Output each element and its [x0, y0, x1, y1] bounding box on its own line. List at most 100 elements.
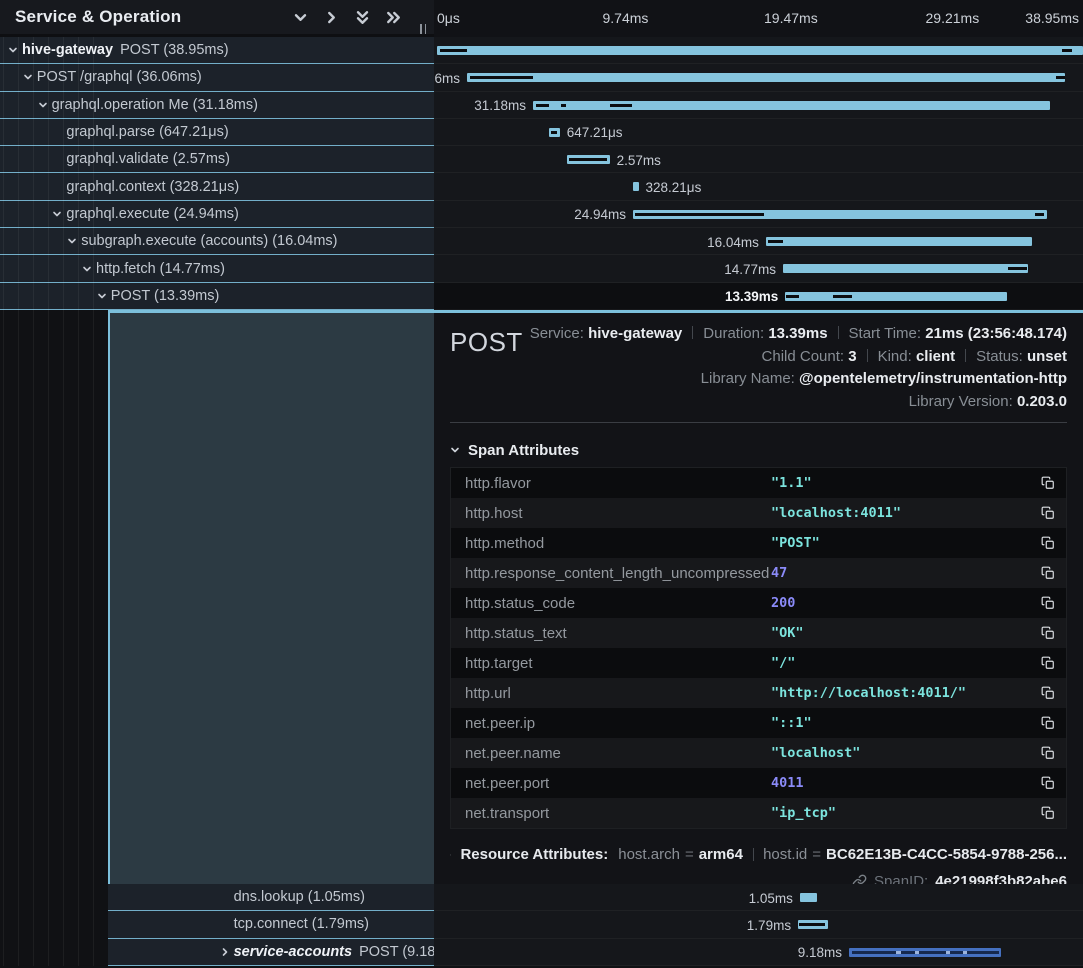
copy-button[interactable] [1030, 596, 1066, 610]
service-operation-header: Service & Operation [0, 0, 434, 37]
chevron-down-icon[interactable] [23, 72, 37, 82]
span-waterfall-row[interactable] [434, 37, 1083, 64]
meta-separator [692, 326, 693, 339]
span-duration-bar[interactable] [785, 292, 1007, 301]
span-waterfall-row[interactable]: 328.21μs [434, 173, 1083, 200]
span-duration-bar[interactable] [467, 73, 1065, 82]
span-tree-row[interactable]: http.fetch (14.77ms) [0, 255, 434, 282]
span-duration-bar[interactable] [633, 182, 638, 191]
span-tree-row[interactable]: hive-gatewayPOST (38.95ms) [0, 37, 434, 64]
span-duration-bar[interactable] [437, 46, 1083, 55]
trace-viewer: Service & Operation 0μs9.74ms19.47ms29.2… [0, 0, 1083, 968]
span-operation-name: POST (9.18ms) [359, 944, 434, 960]
span-tree-row[interactable]: POST (13.39ms) [0, 283, 434, 310]
span-waterfall-row[interactable]: 9.18ms [434, 939, 1083, 966]
attribute-row: net.transport"ip_tcp" [451, 798, 1066, 828]
span-tree-row[interactable]: POST /graphql (36.06ms) [0, 64, 434, 91]
span-waterfall-row[interactable]: 13.39ms [434, 283, 1083, 310]
span-waterfall-row[interactable]: 24.94ms [434, 201, 1083, 228]
copy-button[interactable] [1030, 536, 1066, 550]
resource-attr-key: host.id [763, 846, 807, 863]
span-waterfall-row[interactable]: 1.79ms [434, 911, 1083, 938]
timeline-tick-label: 19.47ms [764, 10, 818, 26]
chevron-down-icon [52, 209, 62, 219]
span-tree-row[interactable]: graphql.validate (2.57ms) [0, 146, 434, 173]
span-duration-label: 16.04ms [707, 235, 759, 250]
span-duration-bar[interactable] [800, 893, 817, 902]
copy-button[interactable] [1030, 506, 1066, 520]
span-id-row: SpanID: 4e21998f3b82abe6 [450, 873, 1067, 884]
critical-path-segment [896, 951, 900, 954]
chevron-right-icon[interactable] [220, 947, 234, 957]
copy-button[interactable] [1030, 656, 1066, 670]
span-duration-bar[interactable] [783, 264, 1028, 273]
span-waterfall-row[interactable]: 647.21μs [434, 119, 1083, 146]
span-tree-row[interactable]: tcp.connect (1.79ms) [108, 911, 434, 938]
span-tree-row[interactable]: subgraph.execute (accounts) (16.04ms) [0, 228, 434, 255]
double-chevron-right-icon [386, 10, 401, 25]
critical-path-segment [946, 951, 950, 954]
attribute-value: "localhost:4011" [771, 505, 1030, 521]
span-operation-name: graphql.execute (24.94ms) [66, 206, 239, 222]
chevron-down-icon[interactable] [82, 264, 96, 274]
chevron-down-icon[interactable] [38, 100, 52, 110]
link-icon[interactable] [852, 874, 867, 884]
span-waterfall-row[interactable]: 16.04ms [434, 228, 1083, 255]
copy-button[interactable] [1030, 476, 1066, 490]
span-waterfall-row[interactable]: 31.18ms [434, 92, 1083, 119]
copy-button[interactable] [1030, 566, 1066, 580]
span-operation-name: POST (13.39ms) [111, 288, 220, 304]
critical-path-segment [799, 923, 825, 926]
critical-path-segment [470, 76, 533, 79]
copy-button[interactable] [1030, 716, 1066, 730]
double-chevron-right-button[interactable] [385, 9, 402, 26]
attribute-key: http.method [451, 535, 771, 552]
chevron-down-icon[interactable] [8, 45, 22, 55]
attribute-key: net.peer.ip [451, 715, 771, 732]
resource-attr-value: BC62E13B-C4CC-5854-9788-256... [826, 846, 1067, 863]
critical-path-segment [569, 158, 607, 161]
chevron-down-icon[interactable] [67, 236, 81, 246]
chevron-right-icon [220, 947, 230, 957]
span-duration-bar[interactable] [766, 237, 1032, 246]
span-waterfall-row[interactable]: 2.57ms [434, 146, 1083, 173]
span-tree-row[interactable]: service-accountsPOST (9.18ms) [108, 939, 434, 966]
copy-button[interactable] [1030, 626, 1066, 640]
span-tree-row[interactable]: graphql.parse (647.21μs) [0, 119, 434, 146]
service-operation-title: Service & Operation [15, 7, 181, 27]
timeline-header: 0μs9.74ms19.47ms29.21ms38.95ms [434, 0, 1083, 37]
span-waterfall-row[interactable]: 1.05ms [434, 884, 1083, 911]
copy-button[interactable] [1030, 686, 1066, 700]
detail-meta-line: Library Name: @opentelemetry/instrumenta… [530, 368, 1067, 391]
timeline-tick-label: 29.21ms [926, 10, 980, 26]
span-attributes-toggle[interactable]: Span Attributes [450, 439, 1067, 461]
meta-separator [838, 326, 839, 339]
resource-attributes-row: Resource Attributes:host.arch=arm64host.… [450, 846, 1067, 863]
timeline-tick-label: 9.74ms [603, 10, 649, 26]
chevron-down-icon[interactable] [97, 291, 111, 301]
copy-button[interactable] [1030, 746, 1066, 760]
span-operation-name: graphql.operation Me (31.18ms) [52, 97, 258, 113]
double-chevron-down-button[interactable] [354, 9, 371, 26]
span-tree-row[interactable]: graphql.execute (24.94ms) [0, 201, 434, 228]
detail-divider [450, 422, 1067, 423]
critical-path-segment [536, 104, 549, 107]
tree-toolbar [292, 9, 402, 26]
copy-button[interactable] [1030, 806, 1066, 820]
chevron-down-icon[interactable] [52, 209, 66, 219]
resource-attributes-label[interactable]: Resource Attributes: [460, 846, 608, 863]
critical-path-segment [833, 295, 852, 298]
span-waterfall-row[interactable]: 14.77ms [434, 255, 1083, 282]
span-operation-name: POST (38.95ms) [120, 42, 229, 58]
span-tree-row[interactable]: dns.lookup (1.05ms) [108, 884, 434, 911]
chevron-down-button[interactable] [292, 9, 309, 26]
span-waterfall-row[interactable]: 36.06ms [434, 64, 1083, 91]
span-tree-row[interactable]: graphql.context (328.21μs) [0, 173, 434, 200]
column-resize-handle[interactable] [420, 24, 426, 34]
chevron-right-button[interactable] [323, 9, 340, 26]
span-duration-label: 36.06ms [434, 71, 460, 86]
attribute-row: http.response_content_length_uncompresse… [451, 558, 1066, 588]
detail-meta-line: Child Count: 3Kind: clientStatus: unset [530, 346, 1067, 369]
span-tree-row[interactable]: graphql.operation Me (31.18ms) [0, 92, 434, 119]
copy-button[interactable] [1030, 776, 1066, 790]
